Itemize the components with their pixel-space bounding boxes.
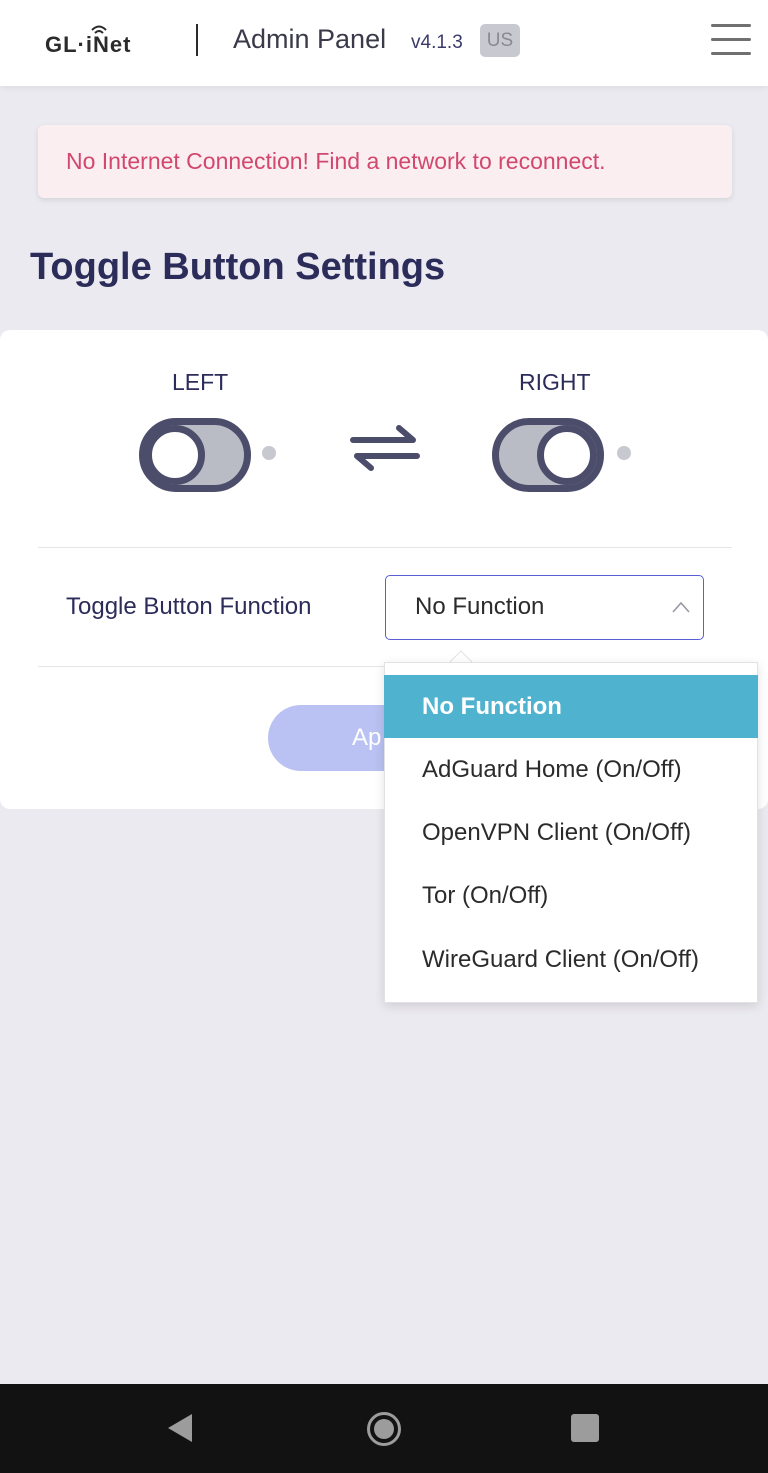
home-icon[interactable] (367, 1412, 401, 1446)
left-toggle-switch (139, 418, 251, 492)
option-openvpn-client[interactable]: OpenVPN Client (On/Off) (384, 801, 758, 864)
gl-inet-logo: GL·iNet (45, 32, 132, 57)
right-toggle-switch (492, 418, 604, 492)
swap-arrows-icon (350, 425, 420, 471)
app-header: GL·iNet Admin Panel v4.1.3 US (0, 0, 768, 86)
chevron-up-icon (672, 601, 690, 613)
region-badge: US (480, 24, 520, 57)
no-internet-alert: No Internet Connection! Find a network t… (38, 125, 732, 198)
right-toggle-knob (537, 425, 597, 485)
right-indicator-dot (617, 446, 631, 460)
app-title: Admin Panel (233, 24, 387, 54)
toggle-function-select[interactable]: No Function (385, 575, 704, 640)
version-label: v4.1.3 (411, 32, 463, 53)
left-position-label: LEFT (172, 369, 229, 395)
option-adguard-home[interactable]: AdGuard Home (On/Off) (384, 738, 758, 801)
option-wireguard-client[interactable]: WireGuard Client (On/Off) (384, 928, 758, 991)
header-divider (196, 24, 198, 56)
left-indicator-dot (262, 446, 276, 460)
card-divider-top (38, 547, 732, 548)
left-toggle-knob (145, 425, 205, 485)
toggle-function-label: Toggle Button Function (66, 593, 312, 620)
right-position-label: RIGHT (519, 369, 591, 395)
back-icon[interactable] (166, 1412, 194, 1444)
hamburger-menu-icon[interactable] (711, 24, 751, 58)
page-title: Toggle Button Settings (30, 246, 446, 288)
wifi-logo-icon (91, 25, 107, 34)
option-no-function[interactable]: No Function (384, 675, 758, 738)
option-tor[interactable]: Tor (On/Off) (384, 864, 758, 927)
recents-icon[interactable] (571, 1414, 599, 1442)
